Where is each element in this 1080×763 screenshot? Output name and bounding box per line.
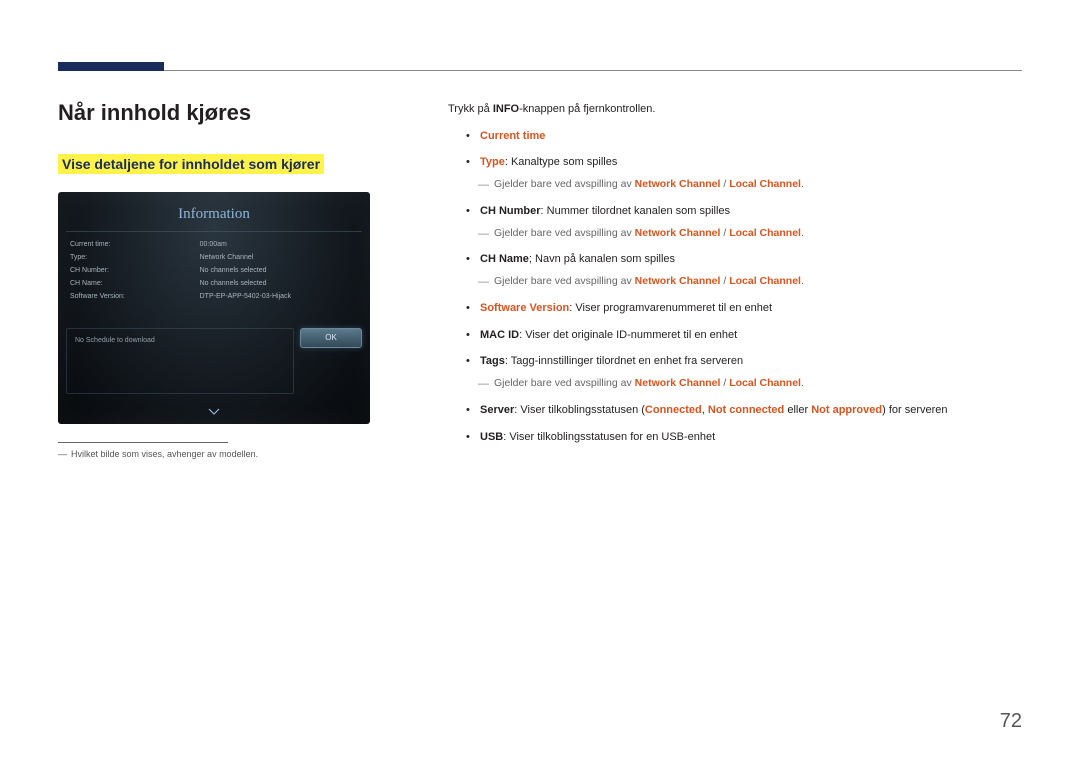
- row-label: CH Number:: [70, 267, 200, 274]
- list-item: Software Version: Viser programvarenumme…: [448, 299, 1020, 318]
- sub-r1: Network Channel: [635, 227, 721, 239]
- list-item: USB: Viser tilkoblingsstatusen for en US…: [448, 428, 1020, 447]
- sub-pre: Gjelder bare ved avspilling av: [494, 377, 635, 389]
- intro-line: Trykk på INFO-knappen på fjernkontrollen…: [448, 100, 1020, 119]
- li-bold: CH Number: [480, 205, 541, 217]
- schedule-box: No Schedule to download: [66, 328, 294, 394]
- bullet-list: Current time Type: Kanaltype som spilles…: [448, 127, 1020, 447]
- info-grid: Current time: 00:00am Type: Network Chan…: [62, 232, 366, 305]
- top-rule: [58, 70, 1022, 71]
- heading-1: Når innhold kjøres: [58, 100, 378, 126]
- footnote-rule: [58, 442, 228, 443]
- li-r3: Not approved: [811, 404, 882, 416]
- li-mid: eller: [784, 404, 811, 416]
- row-value: DTP-EP-APP-5402-03-Hijack: [200, 293, 358, 300]
- row-label: Current time:: [70, 241, 200, 248]
- chevron-down-icon[interactable]: [206, 406, 222, 418]
- sub-note: Gjelder bare ved avspilling av Network C…: [480, 176, 1020, 194]
- li-text: ; Navn på kanalen som spilles: [529, 253, 675, 265]
- li-bold-red: Type: [480, 156, 505, 168]
- sub-r1: Network Channel: [635, 377, 721, 389]
- list-item: Current time: [448, 127, 1020, 146]
- sub-r2: Local Channel: [729, 275, 801, 287]
- page-number: 72: [1000, 710, 1022, 733]
- sub-note: Gjelder bare ved avspilling av Network C…: [480, 225, 1020, 243]
- li-bold: Server: [480, 404, 514, 416]
- sub-dot: .: [801, 377, 804, 389]
- footnote-text: Hvilket bilde som vises, avhenger av mod…: [71, 449, 258, 459]
- li-bold: Tags: [480, 355, 505, 367]
- row-value: Network Channel: [200, 254, 358, 261]
- sub-pre: Gjelder bare ved avspilling av: [494, 275, 635, 287]
- right-column: Trykk på INFO-knappen på fjernkontrollen…: [448, 100, 1020, 454]
- row-value: No channels selected: [200, 267, 358, 274]
- intro-text-c: -knappen på fjernkontrollen.: [519, 103, 655, 115]
- row-value: 00:00am: [200, 241, 358, 248]
- screenshot-title: Information: [62, 196, 366, 231]
- row-label: CH Name:: [70, 280, 200, 287]
- li-r1: Connected: [645, 404, 702, 416]
- footnote: ― Hvilket bilde som vises, avhenger av mo…: [58, 449, 378, 459]
- sub-r2: Local Channel: [729, 227, 801, 239]
- li-text: : Tagg-innstillinger tilordnet en enhet …: [505, 355, 743, 367]
- li-text: : Viser tilkoblingsstatusen for en USB-e…: [503, 431, 715, 443]
- li-text: : Nummer tilordnet kanalen som spilles: [541, 205, 731, 217]
- li-post: ) for serveren: [882, 404, 947, 416]
- sub-dot: .: [801, 227, 804, 239]
- li-text: : Viser det originale ID-nummeret til en…: [519, 329, 737, 341]
- sub-r1: Network Channel: [635, 178, 721, 190]
- sub-sep: /: [720, 275, 729, 287]
- sub-pre: Gjelder bare ved avspilling av: [494, 227, 635, 239]
- ok-button[interactable]: OK: [300, 328, 362, 348]
- info-row: Software Version: DTP-EP-APP-5402-03-Hij…: [70, 290, 358, 303]
- li-bold: CH Name: [480, 253, 529, 265]
- heading-2: Vise detaljene for innholdet som kjører: [62, 156, 320, 172]
- list-item: Server: Viser tilkoblingsstatusen (Conne…: [448, 401, 1020, 420]
- accent-bar: [58, 62, 164, 71]
- sub-dot: .: [801, 275, 804, 287]
- list-item: MAC ID: Viser det originale ID-nummeret …: [448, 326, 1020, 345]
- tv-screenshot: Information Current time: 00:00am Type: …: [58, 192, 370, 424]
- sub-pre: Gjelder bare ved avspilling av: [494, 178, 635, 190]
- sub-sep: /: [720, 377, 729, 389]
- sub-sep: /: [720, 227, 729, 239]
- li-bold-red: Software Version: [480, 302, 569, 314]
- sub-r2: Local Channel: [729, 178, 801, 190]
- list-item: Type: Kanaltype som spilles Gjelder bare…: [448, 153, 1020, 194]
- list-item: CH Number: Nummer tilordnet kanalen som …: [448, 202, 1020, 243]
- schedule-text: No Schedule to download: [75, 337, 155, 344]
- document-page: Når innhold kjøres Vise detaljene for in…: [0, 0, 1080, 763]
- li-bold: USB: [480, 431, 503, 443]
- heading-2-highlight: Vise detaljene for innholdet som kjører: [58, 154, 324, 174]
- li-red: Current time: [480, 130, 545, 142]
- list-item: CH Name; Navn på kanalen som spilles Gje…: [448, 250, 1020, 291]
- li-bold: MAC ID: [480, 329, 519, 341]
- info-row: CH Name: No channels selected: [70, 277, 358, 290]
- list-item: Tags: Tagg-innstillinger tilordnet en en…: [448, 352, 1020, 393]
- li-text: : Viser programvarenummeret til en enhet: [569, 302, 772, 314]
- sub-r2: Local Channel: [729, 377, 801, 389]
- info-row: Current time: 00:00am: [70, 238, 358, 251]
- row-value: No channels selected: [200, 280, 358, 287]
- li-text: : Kanaltype som spilles: [505, 156, 618, 168]
- info-row: CH Number: No channels selected: [70, 264, 358, 277]
- sub-sep: /: [720, 178, 729, 190]
- sub-r1: Network Channel: [635, 275, 721, 287]
- info-row: Type: Network Channel: [70, 251, 358, 264]
- row-label: Type:: [70, 254, 200, 261]
- sub-note: Gjelder bare ved avspilling av Network C…: [480, 273, 1020, 291]
- left-column: Når innhold kjøres Vise detaljene for in…: [58, 100, 378, 459]
- sub-note: Gjelder bare ved avspilling av Network C…: [480, 375, 1020, 393]
- footnote-dash: ―: [58, 449, 67, 459]
- li-r2: Not connected: [708, 404, 784, 416]
- intro-info-bold: INFO: [493, 103, 519, 115]
- intro-text-a: Trykk på: [448, 103, 493, 115]
- li-pre: : Viser tilkoblingsstatusen (: [514, 404, 645, 416]
- sub-dot: .: [801, 178, 804, 190]
- row-label: Software Version:: [70, 293, 200, 300]
